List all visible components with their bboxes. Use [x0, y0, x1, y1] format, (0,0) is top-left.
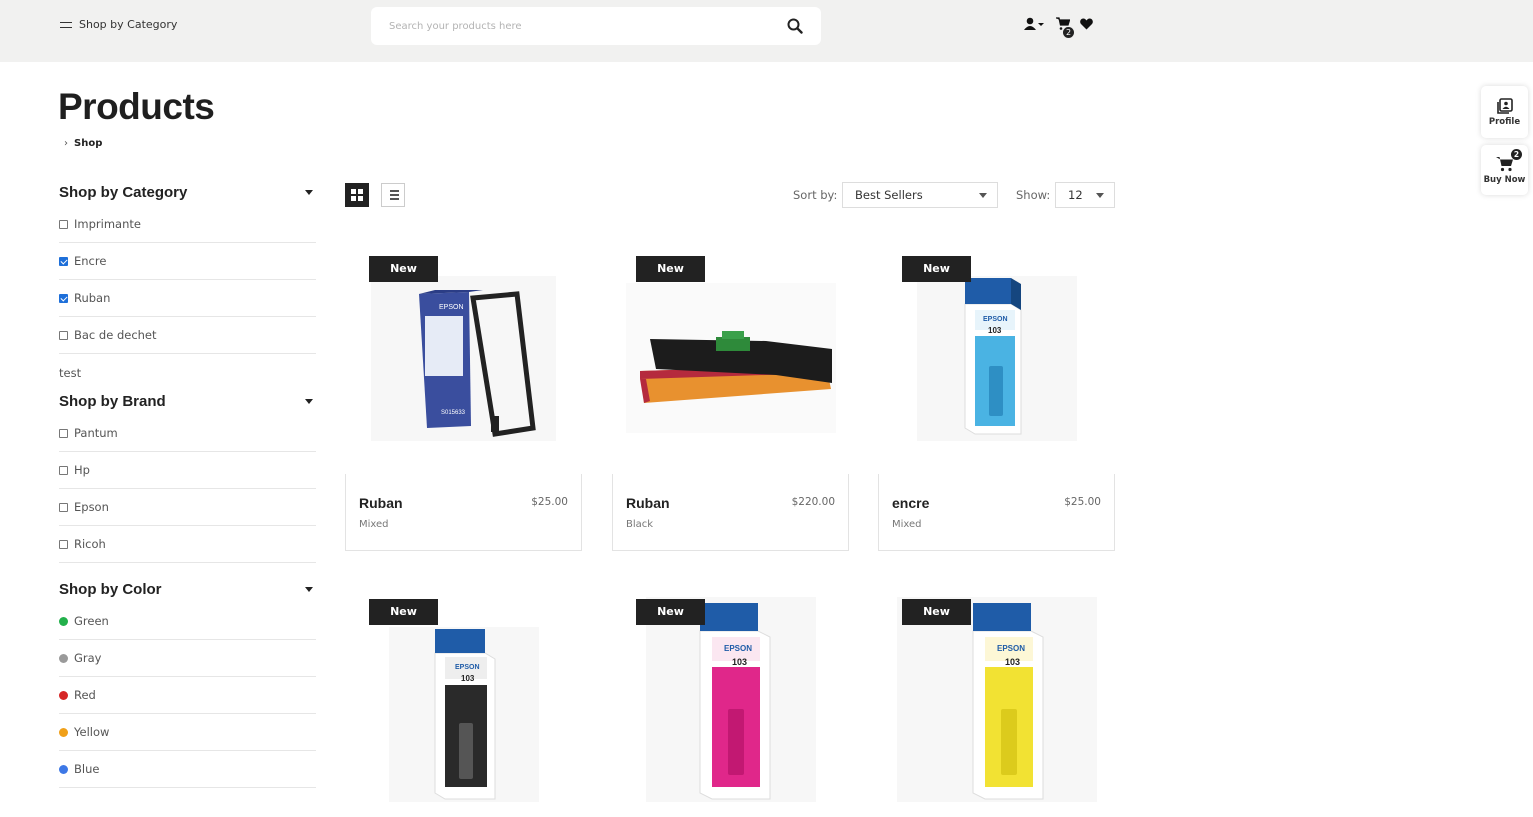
- color-option[interactable]: Green: [59, 603, 316, 640]
- color-swatch: [59, 764, 68, 774]
- color-option[interactable]: Yellow: [59, 714, 316, 751]
- breadcrumb-shop[interactable]: Shop: [74, 138, 102, 149]
- color-swatch: [59, 727, 68, 737]
- product-price: $25.00: [531, 496, 568, 508]
- profile-card-icon: [1496, 97, 1513, 114]
- filter-option[interactable]: Hp: [59, 452, 316, 489]
- checkbox[interactable]: [59, 330, 68, 340]
- search-input[interactable]: Search your products here: [389, 21, 787, 32]
- new-badge: New: [636, 256, 705, 282]
- new-badge: New: [369, 256, 438, 282]
- product-color: Mixed: [359, 519, 389, 530]
- filter-category-header[interactable]: Shop by Category: [59, 178, 316, 206]
- color-swatch: [59, 616, 68, 626]
- caret-down-icon: [305, 189, 313, 195]
- svg-text:EPSON: EPSON: [997, 644, 1025, 653]
- new-badge: New: [369, 599, 438, 625]
- svg-text:S015633: S015633: [441, 410, 466, 416]
- checkbox[interactable]: [59, 293, 68, 303]
- checkbox[interactable]: [59, 219, 68, 229]
- profile-label: Profile: [1488, 116, 1521, 127]
- product-price: $220.00: [791, 496, 835, 508]
- profile-float-button[interactable]: Profile: [1481, 86, 1528, 138]
- color-swatch: [59, 690, 68, 700]
- checkbox[interactable]: [59, 502, 68, 512]
- caret-down-icon: [305, 398, 313, 404]
- filter-brand-header[interactable]: Shop by Brand: [59, 387, 316, 415]
- filter-option[interactable]: Bac de dechet: [59, 317, 316, 354]
- product-card[interactable]: New EPSON 103: [878, 585, 1115, 805]
- filter-option[interactable]: Epson: [59, 489, 316, 526]
- buy-count-badge: 2: [1511, 149, 1522, 160]
- svg-text:EPSON: EPSON: [724, 644, 752, 653]
- new-badge: New: [902, 256, 971, 282]
- checkbox[interactable]: [59, 539, 68, 549]
- grid-view-button[interactable]: [345, 183, 369, 207]
- printer-ribbon-icon: [625, 283, 836, 433]
- product-card[interactable]: New EPSON 103: [345, 585, 582, 805]
- filter-option[interactable]: Encre: [59, 243, 316, 280]
- checkbox[interactable]: [59, 256, 68, 266]
- new-badge: New: [636, 599, 705, 625]
- epson-103-magenta-ink-icon: EPSON 103: [645, 597, 816, 802]
- page-title: Products: [58, 86, 215, 127]
- sort-select[interactable]: Best Sellers: [842, 182, 998, 208]
- color-option[interactable]: Blue: [59, 751, 316, 788]
- epson-103-yellow-ink-icon: EPSON 103: [896, 597, 1097, 802]
- list-view-button[interactable]: [381, 183, 405, 207]
- top-bar: Shop by Category Search your products he…: [0, 0, 1533, 62]
- heart-icon[interactable]: [1080, 18, 1093, 30]
- color-option[interactable]: Red: [59, 677, 316, 714]
- checkbox[interactable]: [59, 465, 68, 475]
- filter-option[interactable]: Pantum: [59, 415, 316, 452]
- user-icon[interactable]: [1024, 17, 1046, 31]
- buy-now-label: Buy Now: [1483, 174, 1526, 185]
- filter-option[interactable]: Imprimante: [59, 206, 316, 243]
- show-select[interactable]: 12: [1055, 182, 1115, 208]
- product-name[interactable]: encre: [892, 495, 929, 511]
- product-color: Black: [626, 519, 654, 530]
- product-price: $25.00: [1064, 496, 1101, 508]
- cart-count-badge: 2: [1063, 27, 1074, 38]
- svg-text:EPSON: EPSON: [983, 316, 1008, 323]
- svg-text:103: 103: [988, 326, 1002, 335]
- filter-option[interactable]: Ricoh: [59, 526, 316, 563]
- menu-icon: [60, 21, 72, 29]
- product-name[interactable]: Ruban: [359, 495, 403, 511]
- color-swatch: [59, 653, 68, 663]
- svg-text:103: 103: [461, 674, 475, 683]
- shop-by-category-toggle[interactable]: Shop by Category: [60, 18, 177, 31]
- product-name[interactable]: Ruban: [626, 495, 670, 511]
- caret-down-icon: [1096, 192, 1104, 198]
- checkbox[interactable]: [59, 428, 68, 438]
- epson-103-cyan-ink-icon: EPSON 103: [916, 275, 1077, 441]
- filter-option[interactable]: test: [59, 354, 316, 391]
- caret-down-icon: [979, 192, 987, 198]
- epson-ribbon-box-icon: EPSON S015633: [371, 275, 556, 441]
- product-color: Mixed: [892, 519, 922, 530]
- chevron-right-icon: ›: [64, 138, 68, 149]
- svg-text:103: 103: [732, 657, 747, 667]
- show-label: Show:: [1016, 188, 1051, 202]
- caret-down-icon: [305, 586, 313, 592]
- new-badge: New: [902, 599, 971, 625]
- svg-text:103: 103: [1005, 657, 1020, 667]
- sort-label: Sort by:: [793, 188, 838, 202]
- cart-icon: [1495, 156, 1513, 171]
- svg-text:EPSON: EPSON: [439, 304, 464, 311]
- color-option[interactable]: Gray: [59, 640, 316, 677]
- epson-103-black-ink-icon: EPSON 103: [388, 627, 539, 802]
- search-bar[interactable]: Search your products here: [371, 7, 821, 45]
- cart-button[interactable]: 2: [1056, 17, 1074, 38]
- search-icon[interactable]: [787, 18, 803, 34]
- product-card[interactable]: New EPSON 103: [612, 585, 849, 805]
- shop-by-category-label: Shop by Category: [79, 18, 178, 31]
- filter-color-header[interactable]: Shop by Color: [59, 575, 316, 603]
- filter-sidebar: Shop by Category Imprimante Encre Ruban …: [59, 178, 316, 788]
- filter-option[interactable]: Ruban: [59, 280, 316, 317]
- breadcrumb: › Shop: [64, 138, 102, 149]
- buy-now-float-button[interactable]: 2 Buy Now: [1481, 145, 1528, 195]
- svg-text:EPSON: EPSON: [455, 664, 480, 671]
